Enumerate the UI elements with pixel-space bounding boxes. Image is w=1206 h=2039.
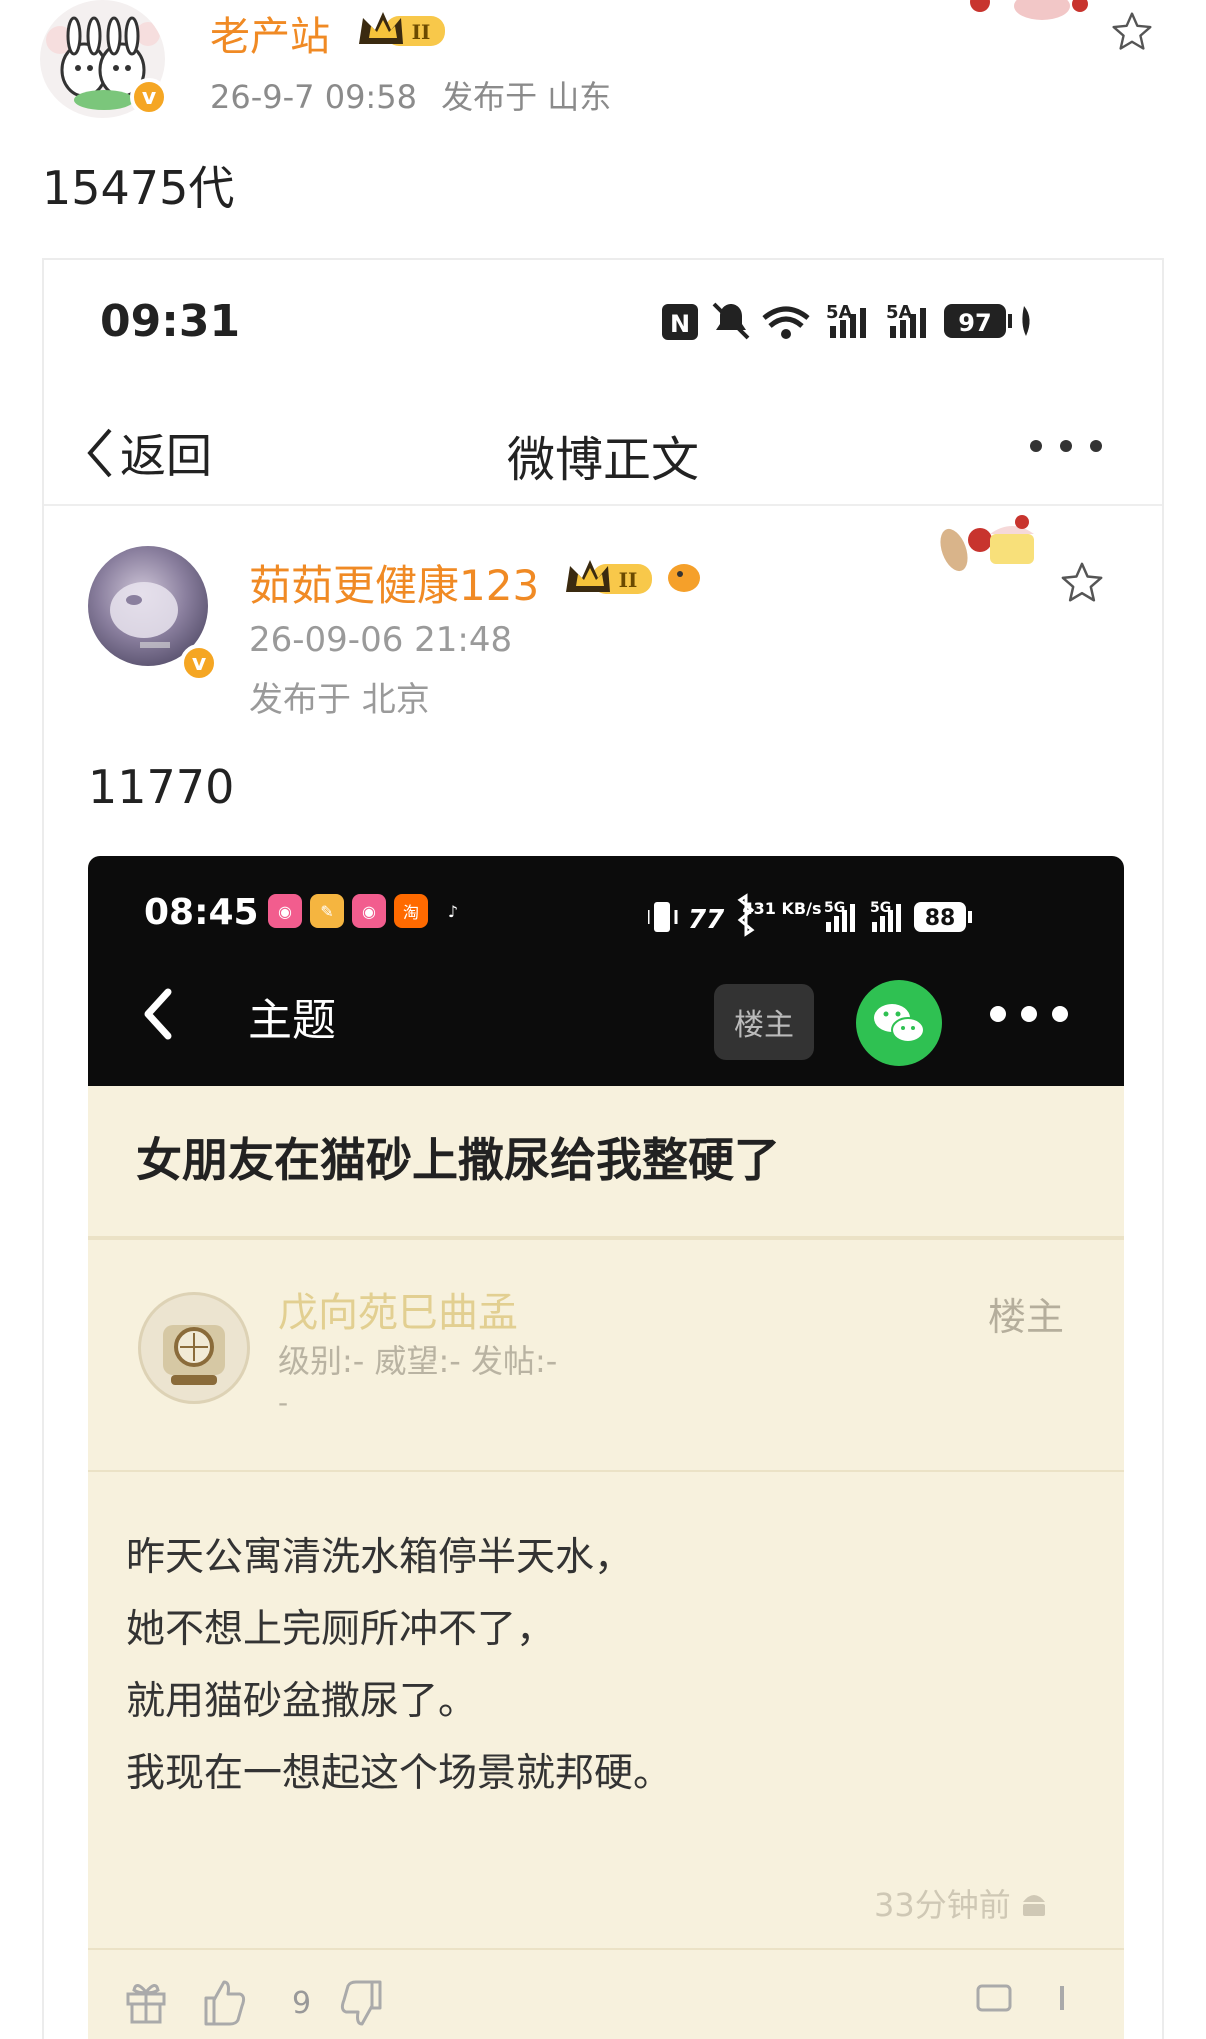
svg-text:N: N (670, 310, 690, 338)
more-options-icon[interactable] (988, 1004, 1070, 1028)
forum-page-title: 主题 (248, 995, 336, 1046)
divider (88, 1236, 1124, 1240)
author-timestamp: 26-09-06 21:48 (249, 620, 513, 660)
page-title: 微博正文 (506, 432, 699, 488)
embedded-screenshot-forum: 08:45 ◉ ✎ ◉ 淘 ♪ 77 431 KB/s 5G 5G 88 主题 … (88, 856, 1124, 2039)
forum-user-stats: 级别:- 威望:- 发帖:- (278, 1342, 558, 1380)
forum-username[interactable]: 戊向苑巳曲孟 (278, 1280, 518, 1338)
back-chevron-icon[interactable] (140, 986, 176, 1046)
comment-icon[interactable] (974, 1980, 1014, 2020)
thread-body-line: 她不想上完厕所冲不了， (126, 1607, 556, 1652)
svg-text:5A: 5A (886, 302, 913, 323)
outer-post-header: v 老产站 II 26-9-7 09:58 发布于 山东 (40, 0, 1166, 140)
verified-badge-icon: v (130, 78, 168, 116)
forum-user-extra: - (278, 1386, 289, 1419)
cake-decoration-icon (934, 510, 1044, 594)
bilibili-app-icon: ◉ (268, 894, 302, 928)
svg-text:5A: 5A (826, 302, 853, 323)
android-icon (1022, 1895, 1045, 1916)
taobao-app-icon: 淘 (394, 894, 428, 928)
status-bar: 09:31 N 5A 5A 97 (44, 260, 1162, 390)
notification-app-icons: ◉ ✎ ◉ 淘 ♪ (268, 894, 470, 928)
crown-level-badge-icon: II (355, 8, 451, 56)
thumbs-up-icon[interactable] (200, 1976, 248, 2028)
outer-post-meta: 26-9-7 09:58 发布于 山东 (210, 72, 611, 118)
divider (88, 1948, 1124, 1950)
status-icons: N 5A 5A 97 (654, 296, 1114, 350)
forum-header: 08:45 ◉ ✎ ◉ 淘 ♪ 77 431 KB/s 5G 5G 88 主题 … (88, 856, 1124, 1086)
outer-location: 发布于 山东 (441, 78, 612, 116)
thread-title: 女朋友在猫砂上撒尿给我整硬了 (136, 1133, 780, 1187)
author-location: 发布于 北京 (249, 680, 430, 720)
svg-text:II: II (412, 20, 431, 44)
nav-bar: 返回 微博正文 (44, 390, 1162, 506)
outer-timestamp: 26-9-7 09:58 (210, 78, 417, 116)
post-text: 11770 (88, 760, 235, 814)
wechat-share-button[interactable] (856, 980, 942, 1066)
more-options-icon[interactable] (1026, 436, 1106, 460)
svg-text:II: II (619, 568, 638, 592)
favorite-star-icon[interactable] (1110, 10, 1154, 58)
crown-level-badge-icon: II (562, 556, 702, 604)
outer-post-text: 15475代 (42, 161, 235, 215)
wechat-icon (874, 1004, 925, 1043)
author-username[interactable]: 茹茹更健康123 (249, 552, 539, 613)
verified-badge-icon: v (180, 644, 218, 682)
like-count: 9 (292, 1986, 312, 2021)
thread-body-line: 就用猫砂盆撒尿了。 (126, 1679, 478, 1724)
thread-body: 昨天公寓清洗水箱停半天水， 她不想上完厕所冲不了， 就用猫砂盆撒尿了。 我现在一… (126, 1522, 672, 1810)
diver-helmet-icon (163, 1325, 225, 1385)
cake-decoration-icon (960, 0, 1100, 28)
outer-username[interactable]: 老产站 (210, 4, 330, 62)
svg-text:88: 88 (925, 906, 956, 931)
forum-user-avatar[interactable] (138, 1292, 250, 1404)
owner-tag: 楼主 (988, 1295, 1065, 1339)
embedded-screenshot-weibo: 09:31 N 5A 5A 97 返回 微博正文 v 茹茹更健康123 II 2… (42, 258, 1164, 2039)
bilibili-app-icon: ◉ (352, 894, 386, 928)
thread-body-line: 昨天公寓清洗水箱停半天水， (126, 1535, 634, 1580)
status-time: 08:45 (144, 892, 259, 933)
svg-text:77: 77 (688, 905, 725, 935)
divider (88, 1470, 1124, 1472)
tiktok-app-icon: ♪ (447, 901, 459, 921)
post-time-ago: 33分钟前 (874, 1880, 1051, 1926)
thread-body-line: 我现在一想起这个场景就邦硬。 (126, 1751, 673, 1796)
status-icons: 77 431 KB/s 5G 5G 88 (646, 892, 1068, 946)
only-owner-button[interactable]: 楼主 (714, 984, 814, 1060)
svg-text:431 KB/s: 431 KB/s (743, 899, 822, 918)
status-time: 09:31 (100, 296, 241, 347)
more-vertical-icon[interactable] (1052, 1980, 1072, 2020)
favorite-star-icon[interactable] (1059, 560, 1105, 610)
gift-icon[interactable] (124, 1978, 168, 2026)
thumbs-down-icon[interactable] (338, 1978, 386, 2030)
time-ago-label: 33分钟前 (874, 1886, 1011, 1924)
notes-app-icon: ✎ (310, 894, 344, 928)
svg-text:97: 97 (958, 309, 991, 337)
post-action-bar: 9 (124, 1972, 1084, 2039)
